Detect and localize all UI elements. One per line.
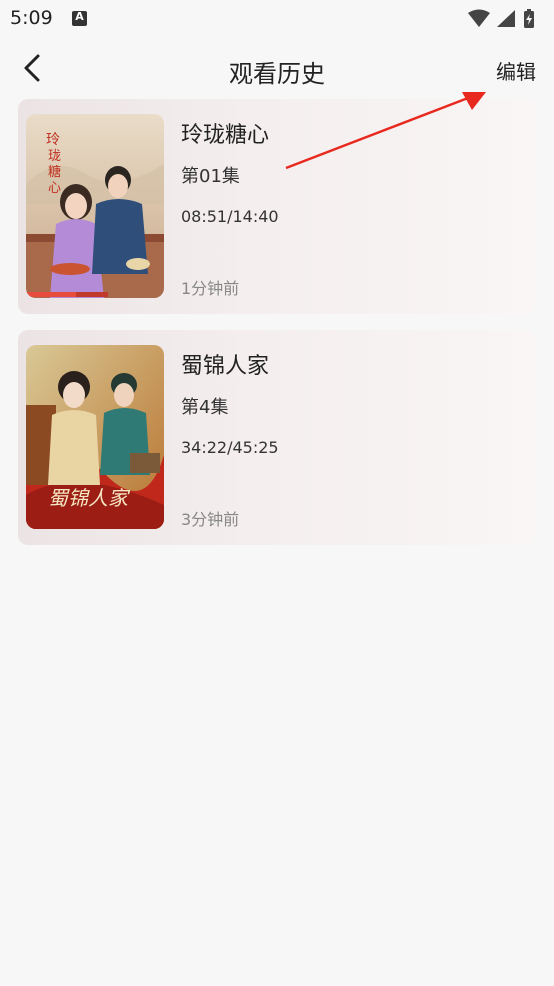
svg-text:心: 心 xyxy=(48,181,61,196)
time-ago: 1分钟前 xyxy=(181,279,240,298)
poster-calligraphy: 玲 xyxy=(46,132,60,148)
edit-button[interactable]: 编辑 xyxy=(496,56,536,85)
page-title: 观看历史 xyxy=(229,60,325,88)
svg-text:糖: 糖 xyxy=(48,164,61,180)
poster-calligraphy: 蜀锦人家 xyxy=(48,486,131,510)
battery-icon xyxy=(524,9,534,28)
app-bar: 观看历史 编辑 xyxy=(0,38,554,98)
episode-label: 第01集 xyxy=(181,166,240,187)
signal-icon xyxy=(497,10,515,27)
system-tray xyxy=(468,9,534,28)
watch-progress: 08:51/14:40 xyxy=(181,207,279,226)
drama-title: 玲珑糖心 xyxy=(181,123,270,148)
history-item[interactable]: 蜀锦人家 蜀锦人家 第4集 34:22/45:25 3分钟前 xyxy=(18,330,535,545)
svg-text:珑: 珑 xyxy=(48,149,61,164)
drama-poster[interactable]: 玲 珑 糖 心 xyxy=(26,114,164,298)
drama-title: 蜀锦人家 xyxy=(181,354,270,379)
status-time: 5:09 xyxy=(10,7,53,29)
wifi-icon xyxy=(468,9,490,27)
drama-poster[interactable]: 蜀锦人家 xyxy=(26,345,164,529)
watch-progress: 34:22/45:25 xyxy=(181,438,279,457)
episode-label: 第4集 xyxy=(181,397,229,418)
time-ago: 3分钟前 xyxy=(181,510,240,529)
history-item[interactable]: 玲 珑 糖 心 玲珑糖心 第01集 08:51/14:40 1分钟前 xyxy=(18,99,535,314)
notification-icon: A xyxy=(72,10,87,26)
status-bar: 5:09 A xyxy=(0,0,554,38)
